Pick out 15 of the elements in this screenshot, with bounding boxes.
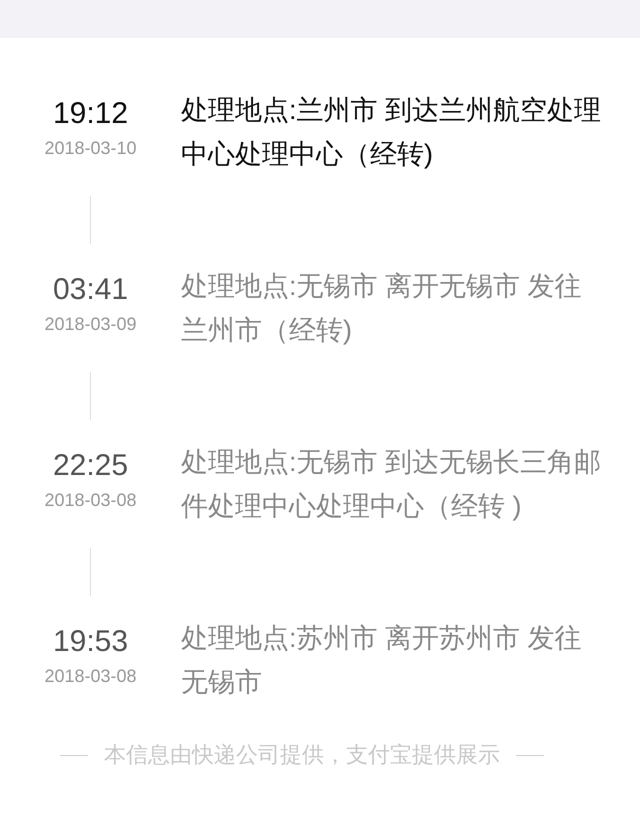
event-description: 处理地点:兰州市 到达兰州航空处理中心处理中心（经转) [181, 94, 602, 171]
timeline-connector [90, 196, 91, 244]
event-date: 2018-03-10 [44, 137, 137, 160]
event-time: 19:12 [52, 96, 128, 132]
event-time: 22:25 [52, 448, 128, 484]
event-time: 19:53 [52, 624, 128, 660]
event-description: 处理地点:无锡市 到达无锡长三角邮件处理中心处理中心（经转 ) [181, 446, 602, 523]
event-date: 2018-03-09 [44, 313, 137, 336]
event-description: 处理地点:无锡市 离开无锡市 发往兰州市（经转) [181, 270, 583, 347]
timeline-connector [90, 372, 91, 420]
event-description: 处理地点:苏州市 离开苏州市 发往无锡市 [181, 622, 583, 699]
event-date: 2018-03-08 [44, 489, 137, 512]
event-time: 03:41 [52, 272, 128, 308]
event-date: 2018-03-08 [44, 665, 137, 688]
timeline-connector [90, 548, 91, 596]
